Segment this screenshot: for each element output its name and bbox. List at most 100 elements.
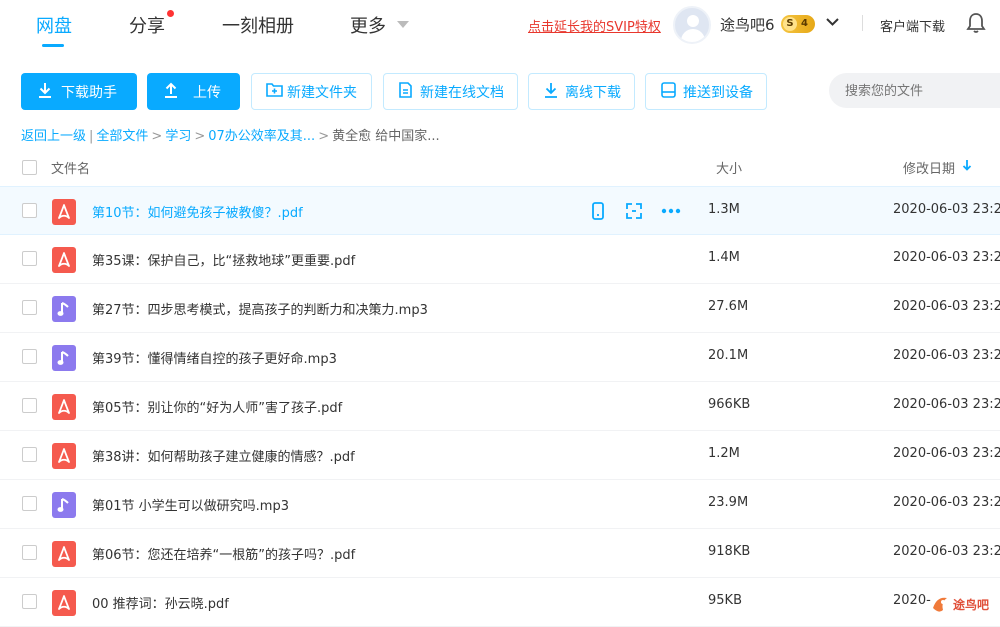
file-name[interactable]: 第10节：如何避免孩子被教傻？.pdf	[92, 202, 303, 221]
offline-download-label: 离线下载	[565, 84, 621, 101]
site-watermark-logo: 途鸟吧	[929, 590, 999, 618]
file-date: 2020-06-03 23:29	[893, 495, 1000, 510]
row-checkbox[interactable]	[22, 398, 37, 413]
file-name[interactable]: 第01节 小学生可以做研究吗.mp3	[92, 495, 289, 514]
file-name[interactable]: 第06节：您还在培养“一根筋”的孩子吗？.pdf	[92, 544, 355, 563]
file-row[interactable]: 第06节：您还在培养“一根筋”的孩子吗？.pdf 918KB 2020-06-0…	[0, 529, 1000, 578]
new-folder-button[interactable]: 新建文件夹	[251, 73, 372, 110]
svip-level-badge: S 4	[781, 15, 815, 33]
push-to-device-label: 推送到设备	[683, 84, 753, 101]
select-all-checkbox[interactable]	[22, 160, 37, 175]
offline-download-button[interactable]: 离线下载	[528, 73, 635, 110]
device-icon	[661, 81, 676, 102]
notification-dot	[167, 10, 174, 17]
file-size: 27.6M	[708, 299, 749, 314]
pdf-file-icon	[52, 590, 76, 616]
new-online-doc-label: 新建在线文档	[420, 84, 504, 101]
phone-icon[interactable]	[588, 201, 608, 221]
watermark-text: 途鸟吧	[953, 598, 990, 612]
nav-tab-share[interactable]: 分享	[129, 12, 165, 38]
new-online-doc-button[interactable]: 新建在线文档	[383, 73, 518, 110]
row-checkbox[interactable]	[22, 496, 37, 511]
audio-file-icon	[52, 492, 76, 518]
file-date: 2020-06-03 23:29	[893, 397, 1000, 412]
pdf-file-icon	[52, 394, 76, 420]
upload-icon	[163, 82, 179, 102]
pdf-file-icon	[52, 541, 76, 567]
file-size: 1.4M	[708, 250, 740, 265]
file-date: 2020-06-03 23:29	[893, 202, 1000, 217]
folder-plus-icon	[266, 82, 283, 101]
audio-file-icon	[52, 296, 76, 322]
file-size: 20.1M	[708, 348, 749, 363]
top-navigation: 网盘 分享 一刻相册 更多 点击延长我的SVIP特权 途鸟吧6 S 4 客户端下…	[0, 0, 1000, 56]
file-date: 2020-06-03 23:29	[893, 544, 1000, 559]
breadcrumb-item[interactable]: 全部文件	[96, 129, 148, 144]
file-size: 918KB	[708, 544, 751, 559]
download-icon	[543, 82, 559, 102]
username[interactable]: 途鸟吧6	[720, 14, 775, 35]
svip-level: 4	[801, 18, 808, 29]
breadcrumb-item[interactable]: 学习	[165, 129, 191, 144]
avatar[interactable]	[673, 6, 711, 44]
pdf-file-icon	[52, 247, 76, 273]
file-row[interactable]: 第27节：四步思考模式，提高孩子的判断力和决策力.mp3 27.6M 2020-…	[0, 284, 1000, 333]
download-helper-label: 下载助手	[61, 84, 117, 101]
file-row[interactable]: 00 推荐词：孙云晓.pdf 95KB 2020-	[0, 578, 1000, 627]
file-row[interactable]: 第01节 小学生可以做研究吗.mp3 23.9M 2020-06-03 23:2…	[0, 480, 1000, 529]
column-header-name[interactable]: 文件名	[51, 158, 90, 177]
row-checkbox[interactable]	[22, 251, 37, 266]
new-folder-label: 新建文件夹	[287, 84, 357, 101]
row-checkbox[interactable]	[22, 203, 37, 218]
file-name[interactable]: 第39节：懂得情绪自控的孩子更好命.mp3	[92, 348, 337, 367]
file-row[interactable]: 第05节：别让你的“好为人师”害了孩子.pdf 966KB 2020-06-03…	[0, 382, 1000, 431]
row-checkbox[interactable]	[22, 447, 37, 462]
row-checkbox[interactable]	[22, 300, 37, 315]
breadcrumb-current: 黄全愈 给中国家...	[332, 129, 440, 144]
upload-button[interactable]: 上传	[147, 73, 240, 110]
file-size: 1.2M	[708, 446, 740, 461]
file-name[interactable]: 第27节：四步思考模式，提高孩子的判断力和决策力.mp3	[92, 299, 428, 318]
chevron-down-icon[interactable]	[826, 15, 839, 32]
search-input[interactable]	[829, 73, 1000, 108]
client-download-link[interactable]: 客户端下载	[880, 16, 945, 35]
row-checkbox[interactable]	[22, 594, 37, 609]
sort-down-icon[interactable]	[962, 159, 972, 175]
upload-label: 上传	[193, 84, 221, 101]
file-date: 2020-	[893, 593, 931, 608]
push-to-device-button[interactable]: 推送到设备	[645, 73, 767, 110]
file-size: 966KB	[708, 397, 751, 412]
caret-down-icon[interactable]	[397, 21, 409, 28]
file-size: 1.3M	[708, 202, 740, 217]
pdf-file-icon	[52, 443, 76, 469]
file-date: 2020-06-03 23:29	[893, 250, 1000, 265]
more-options-icon[interactable]	[660, 201, 681, 221]
file-date: 2020-06-03 23:29	[893, 299, 1000, 314]
download-helper-button[interactable]: 下载助手	[21, 73, 137, 110]
row-checkbox[interactable]	[22, 545, 37, 560]
file-row[interactable]: 第39节：懂得情绪自控的孩子更好命.mp3 20.1M 2020-06-03 2…	[0, 333, 1000, 382]
nav-tab-album[interactable]: 一刻相册	[222, 12, 294, 38]
file-row[interactable]: 第10节：如何避免孩子被教傻？.pdf 1.3M 2020-06-03 23:2…	[0, 186, 1000, 235]
document-icon	[399, 81, 412, 102]
breadcrumb-item[interactable]: 07办公效率及其...	[208, 129, 315, 144]
file-row[interactable]: 第38讲：如何帮助孩子建立健康的情感？.pdf 1.2M 2020-06-03 …	[0, 431, 1000, 480]
row-checkbox[interactable]	[22, 349, 37, 364]
column-header-size[interactable]: 大小	[716, 158, 742, 177]
nav-tab-netdisk[interactable]: 网盘	[36, 12, 72, 38]
column-header-date[interactable]: 修改日期	[903, 158, 955, 177]
file-name[interactable]: 第38讲：如何帮助孩子建立健康的情感？.pdf	[92, 446, 355, 465]
file-date: 2020-06-03 23:29	[893, 348, 1000, 363]
divider: |	[89, 129, 94, 144]
file-size: 23.9M	[708, 495, 749, 510]
file-name[interactable]: 00 推荐词：孙云晓.pdf	[92, 593, 229, 612]
nav-tab-more[interactable]: 更多	[350, 12, 386, 38]
share-link-icon[interactable]	[624, 201, 644, 221]
back-link[interactable]: 返回上一级	[21, 129, 86, 144]
file-row[interactable]: 第35课：保护自己，比“拯救地球”更重要.pdf 1.4M 2020-06-03…	[0, 235, 1000, 284]
file-name[interactable]: 第05节：别让你的“好为人师”害了孩子.pdf	[92, 397, 342, 416]
bell-icon[interactable]	[966, 12, 986, 38]
row-actions	[588, 201, 681, 221]
svip-renew-link[interactable]: 点击延长我的SVIP特权	[528, 16, 661, 35]
file-name[interactable]: 第35课：保护自己，比“拯救地球”更重要.pdf	[92, 250, 355, 269]
